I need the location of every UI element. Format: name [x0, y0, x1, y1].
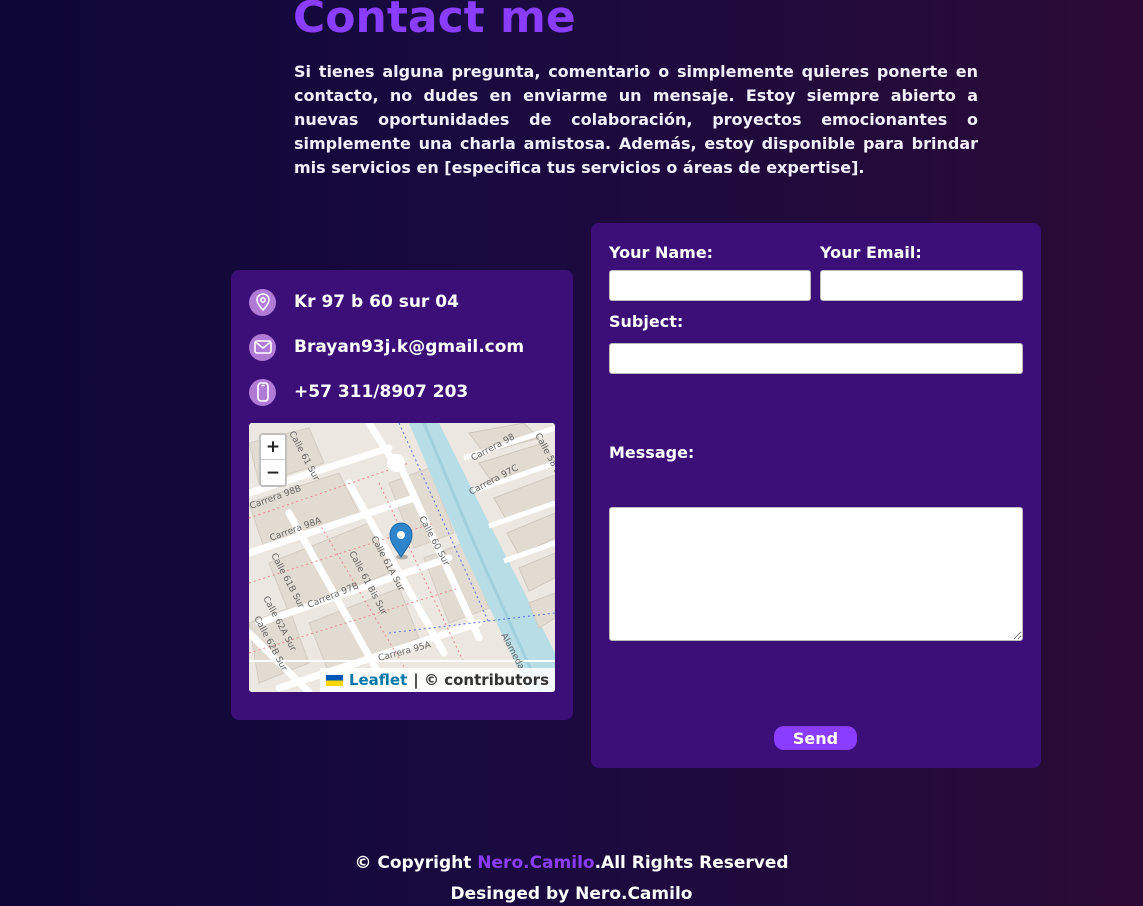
email-row: Brayan93j.k@gmail.com: [249, 333, 524, 361]
name-label: Your Name:: [609, 243, 714, 262]
leaflet-link[interactable]: Leaflet: [349, 671, 407, 689]
phone-icon: [249, 378, 276, 406]
phone-text: +57 311/8907 203: [294, 382, 469, 402]
attribution-text: | © contributors: [413, 671, 549, 689]
name-input[interactable]: [609, 270, 811, 301]
mail-icon: [249, 333, 276, 361]
map-zoom-control: + −: [259, 433, 287, 487]
contact-info-card: Kr 97 b 60 sur 04 Brayan93j.k@gmail.com …: [231, 270, 573, 720]
send-button[interactable]: Send: [774, 726, 857, 750]
zoom-out-button[interactable]: −: [261, 460, 285, 485]
ukraine-flag-icon: [325, 674, 343, 686]
page-title: Contact me: [293, 0, 576, 43]
subject-input[interactable]: [609, 343, 1023, 374]
designed-by: Desinged by Nero.Camilo: [450, 884, 693, 904]
contact-form: Your Name: Your Email: Subject: Message:…: [591, 223, 1041, 768]
map-tiles: Carrera 98A Carrera 97B Carrera 97C Carr…: [249, 423, 555, 692]
location-map[interactable]: Carrera 98A Carrera 97B Carrera 97C Carr…: [249, 423, 555, 692]
brand-link[interactable]: Nero.Camilo: [477, 853, 594, 873]
email-input[interactable]: [820, 270, 1023, 301]
email-text: Brayan93j.k@gmail.com: [294, 337, 525, 357]
address-row: Kr 97 b 60 sur 04: [249, 288, 459, 316]
message-textarea[interactable]: [609, 507, 1023, 641]
intro-paragraph: Si tienes alguna pregunta, comentario o …: [294, 62, 978, 177]
location-pin-icon: [249, 288, 276, 316]
phone-row: +57 311/8907 203: [249, 378, 468, 406]
address-text: Kr 97 b 60 sur 04: [294, 292, 459, 312]
copyright-suffix: .All Rights Reserved: [594, 853, 789, 873]
email-label: Your Email:: [820, 243, 922, 262]
copyright-prefix: © Copyright: [354, 853, 478, 873]
map-attribution: Leaflet | © contributors: [319, 668, 555, 692]
message-label: Message:: [609, 443, 695, 462]
zoom-in-button[interactable]: +: [261, 435, 285, 460]
copyright-line: © Copyright Nero.Camilo.All Rights Reser…: [0, 853, 1143, 873]
subject-label: Subject:: [609, 312, 684, 331]
